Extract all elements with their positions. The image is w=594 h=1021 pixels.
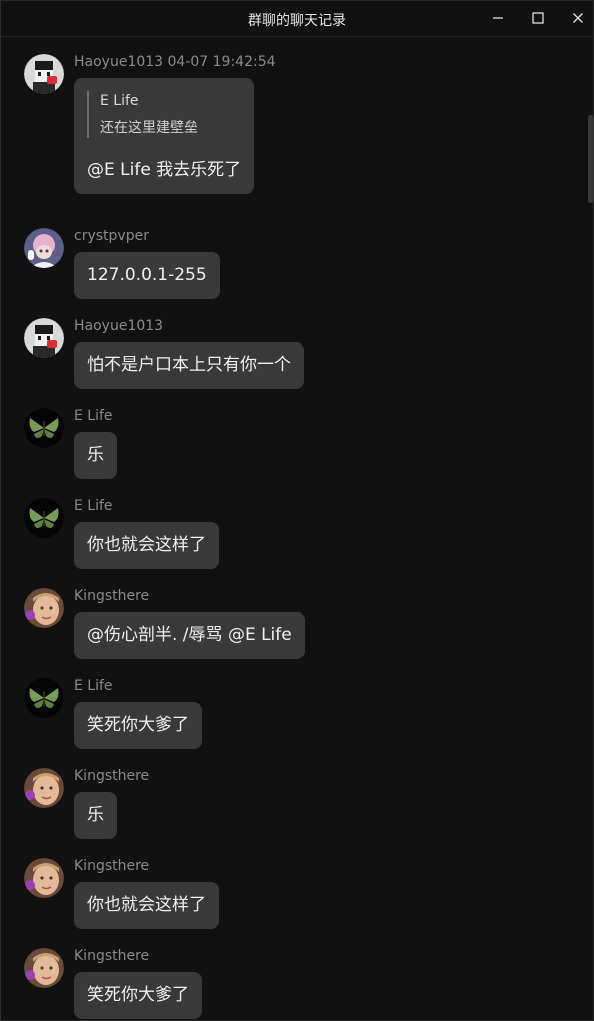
maximize-button[interactable] bbox=[523, 6, 553, 30]
avatar[interactable] bbox=[24, 948, 64, 988]
sender-name: E Life bbox=[74, 498, 113, 514]
green-butterfly-avatar-icon bbox=[24, 498, 64, 538]
avatar[interactable] bbox=[24, 498, 64, 538]
sender-name: Haoyue1013 bbox=[74, 318, 164, 334]
face-photo-avatar-icon bbox=[24, 588, 64, 628]
message-text: @E Life 我去乐死了 bbox=[87, 160, 242, 180]
close-icon bbox=[573, 13, 583, 23]
message-text: 笑死你大爹了 bbox=[87, 985, 189, 1005]
sender-name: E Life bbox=[74, 678, 113, 694]
message-text: @伤心剖半. /辱骂 @E Life bbox=[87, 625, 292, 645]
sender-name: E Life bbox=[74, 408, 113, 424]
scrollbar-thumb[interactable] bbox=[588, 115, 593, 203]
message-text: 乐 bbox=[87, 445, 104, 465]
message-text: 你也就会这样了 bbox=[87, 535, 206, 555]
message-list[interactable]: Haoyue1013 04-07 19:42:54 E Life 还在这里建壁垒… bbox=[1, 37, 585, 1020]
sender-name: Kingsthere bbox=[74, 768, 150, 784]
message-text: 127.0.0.1-255 bbox=[87, 265, 207, 285]
sender-name: Haoyue1013 04-07 19:42:54 bbox=[74, 54, 276, 70]
sender-name: crystpvper bbox=[74, 228, 149, 244]
avatar[interactable] bbox=[24, 318, 64, 358]
face-photo-avatar-icon bbox=[24, 948, 64, 988]
message-bubble[interactable]: 笑死你大爹了 bbox=[74, 702, 202, 749]
chat-history-window: 群聊的聊天记录 Haoyue1013 04-07 19:42:54 E Life… bbox=[0, 0, 594, 1021]
face-photo-avatar-icon bbox=[24, 768, 64, 808]
message-text: 乐 bbox=[87, 805, 104, 825]
avatar[interactable] bbox=[24, 858, 64, 898]
message-bubble[interactable]: 笑死你大爹了 bbox=[74, 972, 202, 1019]
anime-girl-avatar-icon bbox=[24, 228, 64, 268]
pixel-character-avatar-icon bbox=[24, 318, 64, 358]
message-bubble[interactable]: E Life 还在这里建壁垒 @E Life 我去乐死了 bbox=[74, 78, 255, 194]
face-photo-avatar-icon bbox=[24, 858, 64, 898]
minimize-icon bbox=[493, 17, 503, 19]
message-text: 你也就会这样了 bbox=[87, 895, 206, 915]
sender-name: Kingsthere bbox=[74, 948, 150, 964]
quoted-message[interactable]: E Life 还在这里建壁垒 bbox=[87, 91, 241, 138]
close-button[interactable] bbox=[563, 6, 593, 30]
message-bubble[interactable]: 乐 bbox=[74, 432, 117, 479]
avatar[interactable] bbox=[24, 228, 64, 268]
message-bubble[interactable]: @伤心剖半. /辱骂 @E Life bbox=[74, 612, 305, 659]
quote-author: E Life bbox=[100, 93, 139, 109]
message-text: 笑死你大爹了 bbox=[87, 715, 189, 735]
message-bubble[interactable]: 怕不是户口本上只有你一个 bbox=[74, 342, 304, 389]
maximize-icon bbox=[532, 12, 544, 24]
message-bubble[interactable]: 乐 bbox=[74, 792, 117, 839]
message-text: 怕不是户口本上只有你一个 bbox=[87, 355, 291, 375]
avatar[interactable] bbox=[24, 588, 64, 628]
message-bubble[interactable]: 你也就会这样了 bbox=[74, 882, 219, 929]
sender-name: Kingsthere bbox=[74, 858, 150, 874]
sender-name: Kingsthere bbox=[74, 588, 150, 604]
avatar[interactable] bbox=[24, 408, 64, 448]
green-butterfly-avatar-icon bbox=[24, 408, 64, 448]
avatar[interactable] bbox=[24, 768, 64, 808]
quote-text: 还在这里建壁垒 bbox=[100, 120, 198, 136]
avatar[interactable] bbox=[24, 678, 64, 718]
title-bar[interactable]: 群聊的聊天记录 bbox=[1, 1, 593, 37]
avatar[interactable] bbox=[24, 54, 64, 94]
minimize-button[interactable] bbox=[483, 6, 513, 30]
green-butterfly-avatar-icon bbox=[24, 678, 64, 718]
message-bubble[interactable]: 127.0.0.1-255 bbox=[74, 252, 220, 299]
message-bubble[interactable]: 你也就会这样了 bbox=[74, 522, 219, 569]
pixel-character-avatar-icon bbox=[24, 54, 64, 94]
